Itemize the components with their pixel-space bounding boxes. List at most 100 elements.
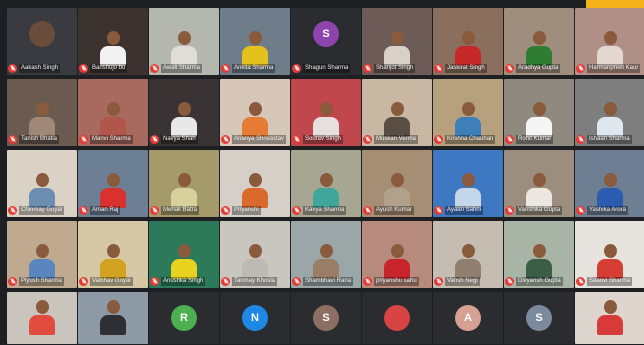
participant-label: Tanmay Khosla bbox=[221, 276, 278, 286]
participant-tile[interactable]: Saanvi Sharma bbox=[575, 221, 644, 288]
participant-tile[interactable]: Ayush Kumar bbox=[362, 150, 432, 217]
participant-label: Awali Sharma bbox=[150, 63, 202, 73]
participant-figure bbox=[313, 102, 339, 137]
participant-label: Piyush Sharma bbox=[8, 276, 64, 286]
mic-off-icon bbox=[505, 63, 514, 73]
participant-tile[interactable]: Muskan Verma bbox=[362, 79, 432, 146]
participant-tile[interactable]: S bbox=[291, 292, 361, 344]
participant-tile[interactable]: Rohit Kumar bbox=[504, 79, 574, 146]
participant-figure bbox=[100, 300, 126, 335]
participant-name: Aradhya Gupta bbox=[516, 63, 561, 73]
participant-label: Rohit Kumar bbox=[505, 134, 554, 144]
participant-head bbox=[603, 244, 617, 258]
participant-tile[interactable]: Vanshika Gupta bbox=[504, 150, 574, 217]
participant-tile[interactable]: Manvi Sharma bbox=[78, 79, 148, 146]
participant-name: Muskan Verma bbox=[374, 134, 419, 144]
participant-label: Kavya Sharma bbox=[292, 205, 347, 215]
participant-label: Jaskirat Singh bbox=[434, 63, 487, 73]
participant-tile[interactable]: Chinmay Goyal bbox=[7, 150, 77, 217]
participant-tile[interactable]: Jaskirat Singh bbox=[433, 8, 503, 75]
participant-head bbox=[248, 244, 262, 258]
mic-off-icon bbox=[8, 205, 17, 215]
participant-figure bbox=[526, 102, 552, 137]
participant-tile[interactable]: Priyanshi bbox=[220, 150, 290, 217]
participant-tile[interactable] bbox=[575, 292, 644, 344]
participant-label: Aakash Singh bbox=[8, 63, 61, 73]
participant-tile[interactable]: Vaibhav Goyal bbox=[78, 221, 148, 288]
mic-off-icon bbox=[505, 134, 514, 144]
participant-name: Ananya Shrivastav bbox=[232, 134, 287, 144]
participant-tile[interactable]: Mehak Batra bbox=[149, 150, 219, 217]
participant-tile[interactable] bbox=[78, 292, 148, 344]
participant-head bbox=[248, 31, 262, 45]
participant-name: Rohit Kumar bbox=[516, 134, 554, 144]
participant-tile[interactable]: Shanjot Singh bbox=[362, 8, 432, 75]
participant-name: Divyansh Gupta bbox=[516, 276, 563, 286]
mic-off-icon bbox=[505, 276, 514, 286]
participant-tile[interactable]: Harmanpreet Kaur bbox=[575, 8, 644, 75]
participant-tile[interactable]: Ananya Shrivastav bbox=[220, 79, 290, 146]
participant-tile[interactable]: Awali Sharma bbox=[149, 8, 219, 75]
mic-off-icon bbox=[576, 134, 585, 144]
participant-figure bbox=[242, 31, 268, 66]
participant-tile[interactable]: Tanmay Khosla bbox=[220, 221, 290, 288]
participant-tile[interactable]: Aakash Singh bbox=[7, 8, 77, 75]
mic-off-icon bbox=[292, 205, 301, 215]
participant-figure bbox=[526, 173, 552, 208]
participant-tile[interactable]: Tanish Bhatia bbox=[7, 79, 77, 146]
participant-tile[interactable] bbox=[7, 292, 77, 344]
mic-off-icon bbox=[221, 276, 230, 286]
participant-figure bbox=[597, 102, 623, 137]
participant-tile[interactable]: Navya Shah bbox=[149, 79, 219, 146]
mic-off-icon bbox=[221, 205, 230, 215]
participant-tile[interactable]: Kavya Sharma bbox=[291, 150, 361, 217]
participant-figure bbox=[597, 300, 623, 335]
participant-tile[interactable]: Sourav Singh bbox=[291, 79, 361, 146]
mic-off-icon bbox=[363, 205, 372, 215]
participant-tile[interactable]: N bbox=[220, 292, 290, 344]
mic-off-icon bbox=[434, 276, 443, 286]
participant-tile[interactable]: Yashika Arora bbox=[575, 150, 644, 217]
participant-tile[interactable] bbox=[362, 292, 432, 344]
participant-name: Ishaan Sharma bbox=[587, 134, 632, 144]
participant-tile[interactable]: priyanshu sahu bbox=[362, 221, 432, 288]
participant-tile[interactable]: R bbox=[149, 292, 219, 344]
participant-head bbox=[106, 31, 120, 45]
mic-off-icon bbox=[363, 134, 372, 144]
participant-label: Manvi Sharma bbox=[79, 134, 133, 144]
participant-tile[interactable]: Anushka Singh bbox=[149, 221, 219, 288]
participant-tile[interactable]: Ishaan Sharma bbox=[575, 79, 644, 146]
participant-label: Banshujo bu bbox=[79, 63, 128, 73]
participant-tile[interactable]: A bbox=[433, 292, 503, 344]
participant-figure bbox=[100, 173, 126, 208]
participant-tile[interactable]: Shambhavi Rana bbox=[291, 221, 361, 288]
participant-name: Tanmay Khosla bbox=[232, 276, 278, 286]
participant-tile[interactable]: Vansh Negi bbox=[433, 221, 503, 288]
participant-tile[interactable]: S Shagun Sharma bbox=[291, 8, 361, 75]
avatar: N bbox=[242, 305, 268, 331]
mic-off-icon bbox=[292, 276, 301, 286]
participant-figure bbox=[597, 244, 623, 279]
participant-head bbox=[603, 31, 617, 45]
participant-figure bbox=[384, 173, 410, 208]
participant-head bbox=[319, 102, 333, 116]
mic-off-icon bbox=[8, 63, 17, 73]
mic-off-icon bbox=[150, 63, 159, 73]
participant-figure bbox=[384, 31, 410, 66]
participant-tile[interactable]: Aman Raj bbox=[78, 150, 148, 217]
participant-tile[interactable]: Krishna Chauhan bbox=[433, 79, 503, 146]
avatar: S bbox=[526, 305, 552, 331]
participant-tile[interactable]: Divyansh Gupta bbox=[504, 221, 574, 288]
avatar: A bbox=[455, 305, 481, 331]
participant-figure bbox=[242, 244, 268, 279]
participant-head bbox=[603, 300, 617, 314]
participant-tile[interactable]: Aradhya Gupta bbox=[504, 8, 574, 75]
mic-off-icon bbox=[79, 63, 88, 73]
participant-tile[interactable]: S bbox=[504, 292, 574, 344]
participant-tile[interactable]: Ankita Sharma bbox=[220, 8, 290, 75]
participant-label: Vansh Negi bbox=[434, 276, 480, 286]
participant-figure bbox=[526, 244, 552, 279]
participant-tile[interactable]: Piyush Sharma bbox=[7, 221, 77, 288]
participant-tile[interactable]: Ayaan Sahni bbox=[433, 150, 503, 217]
participant-tile[interactable]: Banshujo bu bbox=[78, 8, 148, 75]
